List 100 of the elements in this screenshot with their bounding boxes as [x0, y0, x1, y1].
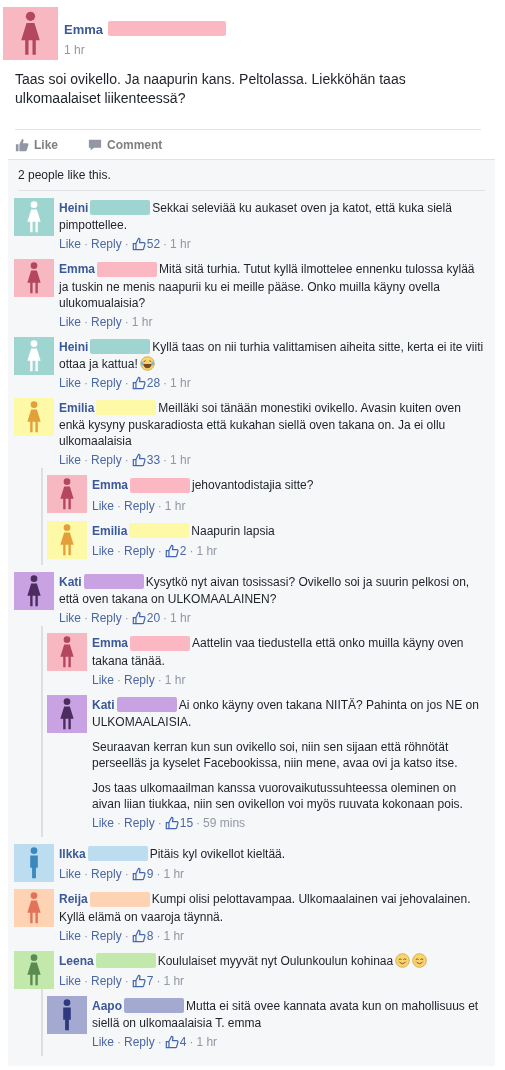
like-count[interactable]: 28 — [131, 375, 161, 391]
likes-summary[interactable]: 2 people like this. — [18, 168, 485, 191]
like-count[interactable]: 4 — [164, 1034, 187, 1051]
separator-dot: · — [163, 610, 168, 627]
reply-link[interactable]: Reply — [91, 236, 122, 253]
reply-link[interactable]: Reply — [124, 814, 155, 831]
reply-link[interactable]: Reply — [91, 452, 122, 469]
comment-text: Leena Koululaiset myyvät nyt Oulunkoulun kohinaa — [59, 952, 485, 970]
separator-dot: · — [117, 542, 121, 559]
comment-time[interactable]: 1 hr — [163, 972, 185, 989]
reply-link[interactable]: Reply — [91, 866, 122, 883]
comment-time[interactable]: 1 hr — [170, 452, 191, 469]
like-link[interactable]: Like — [92, 814, 114, 831]
post-time[interactable]: 1 hr — [64, 43, 229, 57]
like-count[interactable]: 2 — [164, 542, 187, 559]
commenter-name[interactable]: Emma — [59, 262, 96, 277]
comment-time[interactable]: 1 hr — [170, 610, 191, 627]
like-link[interactable]: Like — [59, 375, 81, 391]
separator-dot: · — [117, 671, 121, 688]
separator-dot: · — [124, 375, 129, 391]
commenter-name[interactable]: Emma — [92, 636, 129, 651]
separator-dot: · — [124, 866, 129, 883]
avatar-icon[interactable] — [47, 694, 87, 733]
separator-dot: · — [157, 671, 162, 688]
reply-link[interactable]: Reply — [91, 313, 122, 330]
like-link[interactable]: Like — [92, 671, 114, 688]
like-count[interactable]: 52 — [131, 236, 161, 253]
comment-time[interactable]: 1 hr — [170, 236, 191, 253]
reply-link[interactable]: Reply — [91, 972, 122, 989]
separator-dot: · — [84, 236, 88, 253]
comment-text: Kati Kysytkö nyt aivan tosissasi? Ovikello soi ja suurin pelkosi on, että oven takana on ULKOMAALAINEN? — [59, 573, 471, 608]
like-link[interactable]: Like — [59, 866, 81, 883]
comment-text: Seuraavan kerran kun sun ovikello soi, niin sen sijaan että röhnötät perseelläs ja kyselet Facebookissa, niin mene, avaa ovi ja katso itse. — [92, 738, 459, 771]
comment-text: Emma Aattelin vaa tiedustella että onko muilla käyny oven takana tänää. — [92, 635, 465, 669]
comment-text: Emma jehovantodistajia sitte? — [92, 477, 315, 495]
comment-text: Aapo Mutta ei sitä ovee kannata avata kun on mahollisuus et siellä on ulkomaalaisia T. emma — [92, 997, 480, 1032]
separator-dot: · — [163, 375, 168, 391]
reply-link[interactable]: Reply — [91, 927, 122, 944]
avatar-icon[interactable] — [47, 633, 87, 672]
thumbs-up-icon — [15, 138, 29, 152]
like-button[interactable]: Like — [15, 138, 58, 152]
separator-dot: · — [189, 542, 194, 559]
commenter-name[interactable]: Emilia — [59, 401, 95, 415]
comment-time[interactable]: 59 mins — [203, 814, 246, 831]
like-link[interactable]: Like — [92, 1034, 114, 1051]
like-link[interactable]: Like — [59, 313, 81, 330]
separator-dot: · — [124, 236, 129, 253]
like-count[interactable]: 33 — [131, 452, 161, 469]
avatar-icon[interactable] — [47, 995, 87, 1034]
comment-time[interactable]: 1 hr — [131, 313, 153, 330]
separator-dot: · — [84, 866, 88, 883]
commenter-name[interactable]: Kati — [59, 574, 82, 589]
separator-dot: · — [163, 452, 168, 469]
reply-link[interactable]: Reply — [91, 375, 122, 391]
like-link[interactable]: Like — [92, 497, 114, 514]
like-count[interactable]: 20 — [131, 610, 161, 627]
comment-text: Ilkka Pitäis kyl ovikellot kieltää. — [59, 845, 287, 864]
like-link[interactable]: Like — [59, 236, 81, 253]
reply-link[interactable]: Reply — [91, 610, 122, 627]
separator-dot: · — [196, 814, 201, 831]
like-count[interactable]: 7 — [131, 972, 154, 989]
commenter-name[interactable]: Ilkka — [59, 846, 86, 861]
separator-dot: · — [84, 610, 88, 627]
commenter-name[interactable]: Leena — [59, 953, 94, 968]
commenter-name[interactable]: Reija — [59, 892, 88, 907]
commenter-name[interactable]: Emma — [92, 478, 129, 493]
reply-link[interactable]: Reply — [124, 1034, 155, 1051]
avatar-icon[interactable] — [14, 259, 54, 298]
avatar-icon[interactable] — [47, 475, 87, 514]
commenter-name[interactable]: Emilia — [92, 523, 128, 538]
like-link[interactable]: Like — [59, 610, 81, 627]
like-link[interactable]: Like — [59, 927, 81, 944]
comment-time[interactable]: 1 hr — [164, 671, 186, 688]
like-count[interactable]: 8 — [131, 927, 154, 944]
separator-dot: · — [84, 313, 88, 330]
avatar-icon[interactable] — [14, 571, 54, 610]
separator-dot: · — [156, 972, 161, 989]
comment-time[interactable]: 1 hr — [164, 497, 186, 514]
comment-time[interactable]: 1 hr — [196, 1034, 218, 1051]
commenter-name[interactable]: Heini — [59, 201, 89, 215]
commenter-name[interactable]: Aapo — [92, 998, 122, 1013]
author-name[interactable]: Emma — [64, 22, 104, 37]
comment-time[interactable]: 1 hr — [163, 866, 185, 883]
separator-dot: · — [124, 610, 129, 627]
commenter-name[interactable]: Heini — [59, 339, 89, 354]
reply-link[interactable]: Reply — [124, 542, 155, 559]
like-link[interactable]: Like — [59, 972, 81, 989]
separator-dot: · — [189, 1034, 194, 1051]
comment-time[interactable]: 1 hr — [170, 375, 191, 391]
like-link[interactable]: Like — [92, 542, 114, 559]
like-count[interactable]: 9 — [131, 866, 154, 883]
reply-link[interactable]: Reply — [124, 497, 155, 514]
separator-dot: · — [124, 452, 129, 469]
reply-link[interactable]: Reply — [124, 671, 155, 688]
comment-button[interactable]: Comment — [88, 138, 163, 152]
like-count[interactable]: 15 — [164, 814, 194, 831]
comment-time[interactable]: 1 hr — [163, 927, 185, 944]
commenter-name[interactable]: Kati — [92, 697, 115, 712]
like-link[interactable]: Like — [59, 452, 81, 469]
comment-time[interactable]: 1 hr — [196, 542, 218, 559]
